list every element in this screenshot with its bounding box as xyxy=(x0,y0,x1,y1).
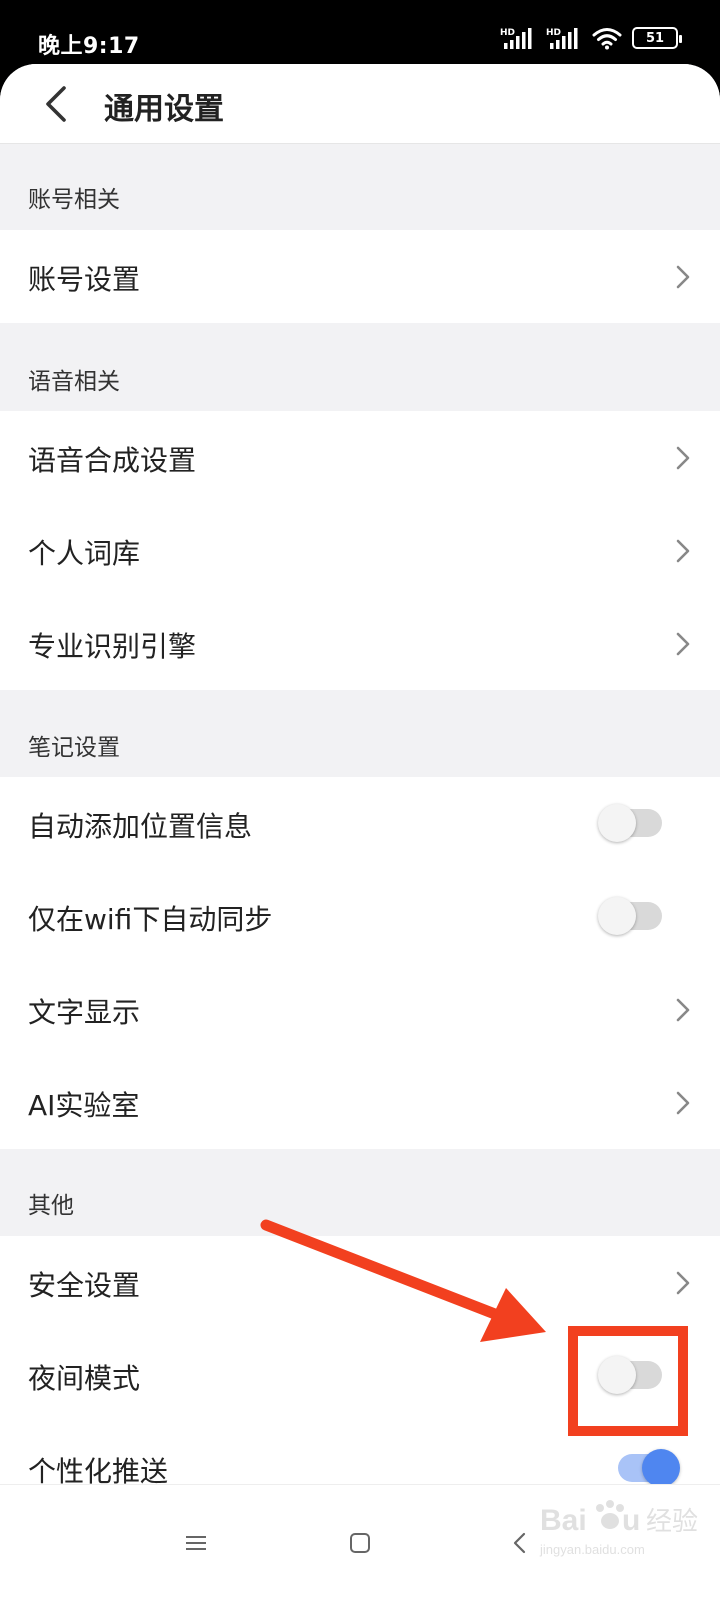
svg-text:u: u xyxy=(622,1504,640,1537)
svg-text:经验: 经验 xyxy=(646,1507,698,1537)
svg-text:Bai: Bai xyxy=(540,1504,587,1537)
highlight-box xyxy=(568,1326,688,1436)
baidu-watermark-logo: Bai u 经验 jingyan.baidu.com xyxy=(539,1500,698,1557)
svg-text:jingyan.baidu.com: jingyan.baidu.com xyxy=(539,1542,645,1557)
